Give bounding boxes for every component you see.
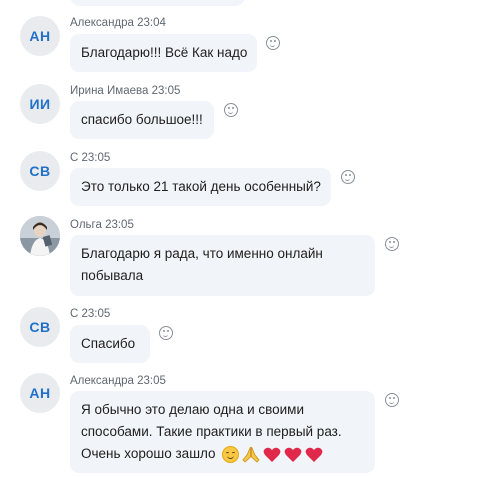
- author-name: Александра: [70, 375, 134, 387]
- message-meta: Ольга 23:05: [70, 219, 134, 231]
- message-time: 23:04: [137, 17, 166, 29]
- author-name: Ирина Имаева: [70, 85, 149, 97]
- message-meta: Александра 23:04: [70, 17, 166, 29]
- smiling-face-icon: [221, 446, 239, 464]
- author-name: С: [70, 308, 79, 320]
- avatar[interactable]: СВ: [20, 307, 60, 347]
- message-bubble[interactable]: Благодарю я рада, что именно онлайн побы…: [70, 235, 375, 296]
- message-bubble[interactable]: Это только 21 такой день особенный?: [70, 168, 331, 206]
- message-bubble[interactable]: Я обычно это делаю одна и своими способа…: [70, 391, 375, 473]
- previous-message-bubble-edge: [70, 0, 245, 6]
- message-text: Благодарю я рада, что именно онлайн: [81, 246, 323, 261]
- message-text: Это только 21 такой день особенный?: [81, 179, 321, 194]
- message-text: Благодарю!!! Всё Как надо: [81, 45, 248, 60]
- message-text: побывала: [81, 268, 144, 283]
- avatar[interactable]: СВ: [20, 151, 60, 191]
- add-reaction-icon[interactable]: [341, 170, 355, 184]
- heart-icon: [284, 446, 302, 463]
- message-text: Я обычно это делаю одна и своими: [81, 402, 305, 417]
- add-reaction-icon[interactable]: [159, 326, 173, 340]
- add-reaction-icon[interactable]: [266, 36, 280, 50]
- message-time: 23:05: [81, 308, 111, 320]
- message-time: 23:05: [105, 219, 134, 231]
- message-text: способами. Такие практики в первый раз.: [81, 424, 342, 439]
- message-bubble[interactable]: Спасибо: [70, 325, 150, 363]
- message-text: спасибо большое!!!: [81, 112, 203, 127]
- folded-hands-icon: [242, 446, 260, 463]
- message-bubble[interactable]: Благодарю!!! Всё Как надо: [70, 34, 257, 72]
- emoji-group: [221, 443, 326, 465]
- add-reaction-icon[interactable]: [385, 237, 399, 251]
- heart-icon: [263, 446, 281, 463]
- avatar[interactable]: АН: [20, 373, 60, 413]
- author-name: Александра: [70, 17, 134, 29]
- person-photo-icon: [20, 216, 60, 256]
- add-reaction-icon[interactable]: [224, 103, 238, 117]
- message-time: 23:05: [151, 85, 181, 97]
- message-time: 23:05: [137, 375, 166, 387]
- message-text: Спасибо: [81, 336, 136, 351]
- message-meta: С 23:05: [70, 308, 110, 320]
- message-text-with-emojis: Очень хорошо зашло: [81, 443, 364, 465]
- avatar[interactable]: АН: [20, 16, 60, 56]
- message-bubble[interactable]: спасибо большое!!!: [70, 101, 214, 139]
- add-reaction-icon[interactable]: [385, 393, 399, 407]
- heart-icon: [305, 446, 323, 463]
- avatar-photo[interactable]: [20, 216, 60, 256]
- message-meta: Александра 23:05: [70, 375, 166, 387]
- message-text: Очень хорошо зашло: [81, 446, 216, 461]
- author-name: С: [70, 152, 79, 164]
- message-meta: С 23:05: [70, 152, 110, 164]
- author-name: Ольга: [70, 219, 102, 231]
- message-time: 23:05: [81, 152, 111, 164]
- avatar[interactable]: ИИ: [20, 84, 60, 124]
- message-meta: Ирина Имаева 23:05: [70, 85, 180, 97]
